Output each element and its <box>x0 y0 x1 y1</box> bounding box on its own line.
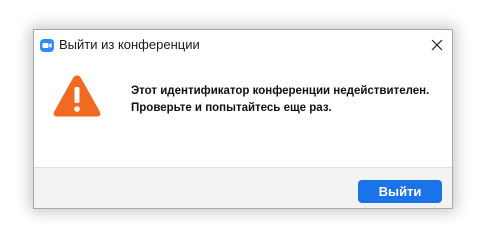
dialog-content: Этот идентификатор конференции недействи… <box>34 60 452 167</box>
close-button[interactable] <box>426 35 448 55</box>
close-icon <box>431 39 443 51</box>
error-message-line-2: Проверьте и попытайтесь еще раз. <box>131 102 332 114</box>
error-message: Этот идентификатор конференции недействи… <box>131 83 429 117</box>
window-title: Выйти из конференции <box>59 37 200 52</box>
screen: Выйти из конференции Этот идентификатор … <box>0 0 484 240</box>
title-bar: Выйти из конференции <box>34 30 452 60</box>
exit-button[interactable]: Выйти <box>358 180 442 203</box>
dialog-footer: Выйти <box>34 167 452 208</box>
error-message-line-1: Этот идентификатор конференции недействи… <box>131 85 430 97</box>
zoom-camera-icon <box>40 39 54 52</box>
error-dialog: Выйти из конференции Этот идентификатор … <box>33 29 453 209</box>
warning-triangle-icon <box>52 73 102 119</box>
